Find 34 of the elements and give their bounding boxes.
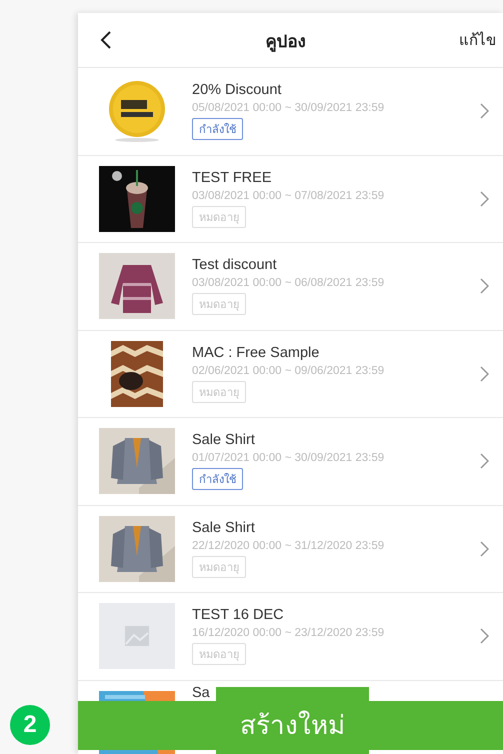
chevron-icon[interactable] <box>480 453 489 470</box>
chevron-icon[interactable] <box>480 278 489 294</box>
coupon-title: Sa <box>192 684 210 700</box>
status-tag: หมดอายุ <box>192 556 246 578</box>
chevron-icon[interactable] <box>480 366 489 382</box>
step-badge: 2 <box>10 705 50 745</box>
coupon-period: 01/07/2021 00:00 ~ 30/09/2021 23:59 <box>192 452 384 464</box>
chevron-icon[interactable] <box>480 540 489 557</box>
coupon-title: TEST 16 DEC <box>192 607 284 624</box>
page-title: คูปอง <box>266 30 306 54</box>
coupon-period: 16/12/2020 00:00 ~ 23/12/2020 23:59 <box>192 627 384 640</box>
chevron-icon[interactable] <box>480 103 489 120</box>
coupon-period: 02/06/2021 00:00 ~ 09/06/2021 23:59 <box>192 364 384 377</box>
status-tag: กำลังใช้ <box>192 118 243 140</box>
coupon-title: MAC : Free Sample <box>192 344 320 361</box>
coupon-title: Test discount <box>192 257 277 274</box>
coupon-title: 20% Discount <box>192 82 282 98</box>
status-tag: หมดอายุ <box>192 643 246 666</box>
coupon-period: 03/08/2021 00:00 ~ 06/08/2021 23:59 <box>192 277 384 290</box>
coupon-period: 05/08/2021 00:00 ~ 30/09/2021 23:59 <box>192 102 384 114</box>
back-icon[interactable] <box>100 30 112 50</box>
chevron-icon[interactable] <box>480 628 489 644</box>
coupon-period: 03/08/2021 00:00 ~ 07/08/2021 23:59 <box>192 190 384 202</box>
coupon-title: TEST FREE <box>192 170 272 186</box>
status-tag: หมดอายุ <box>192 380 246 403</box>
status-tag: หมดอายุ <box>192 293 246 316</box>
coupon-title: Sale Shirt <box>192 432 255 448</box>
chevron-icon[interactable] <box>480 190 489 207</box>
coupon-title: Sale Shirt <box>192 520 255 536</box>
status-tag: กำลังใช้ <box>192 468 243 490</box>
image-placeholder-icon <box>125 626 149 646</box>
edit-link[interactable]: แก้ไข <box>459 28 496 52</box>
status-tag: หมดอายุ <box>192 206 246 228</box>
coupon-period: 22/12/2020 00:00 ~ 31/12/2020 23:59 <box>192 540 384 552</box>
